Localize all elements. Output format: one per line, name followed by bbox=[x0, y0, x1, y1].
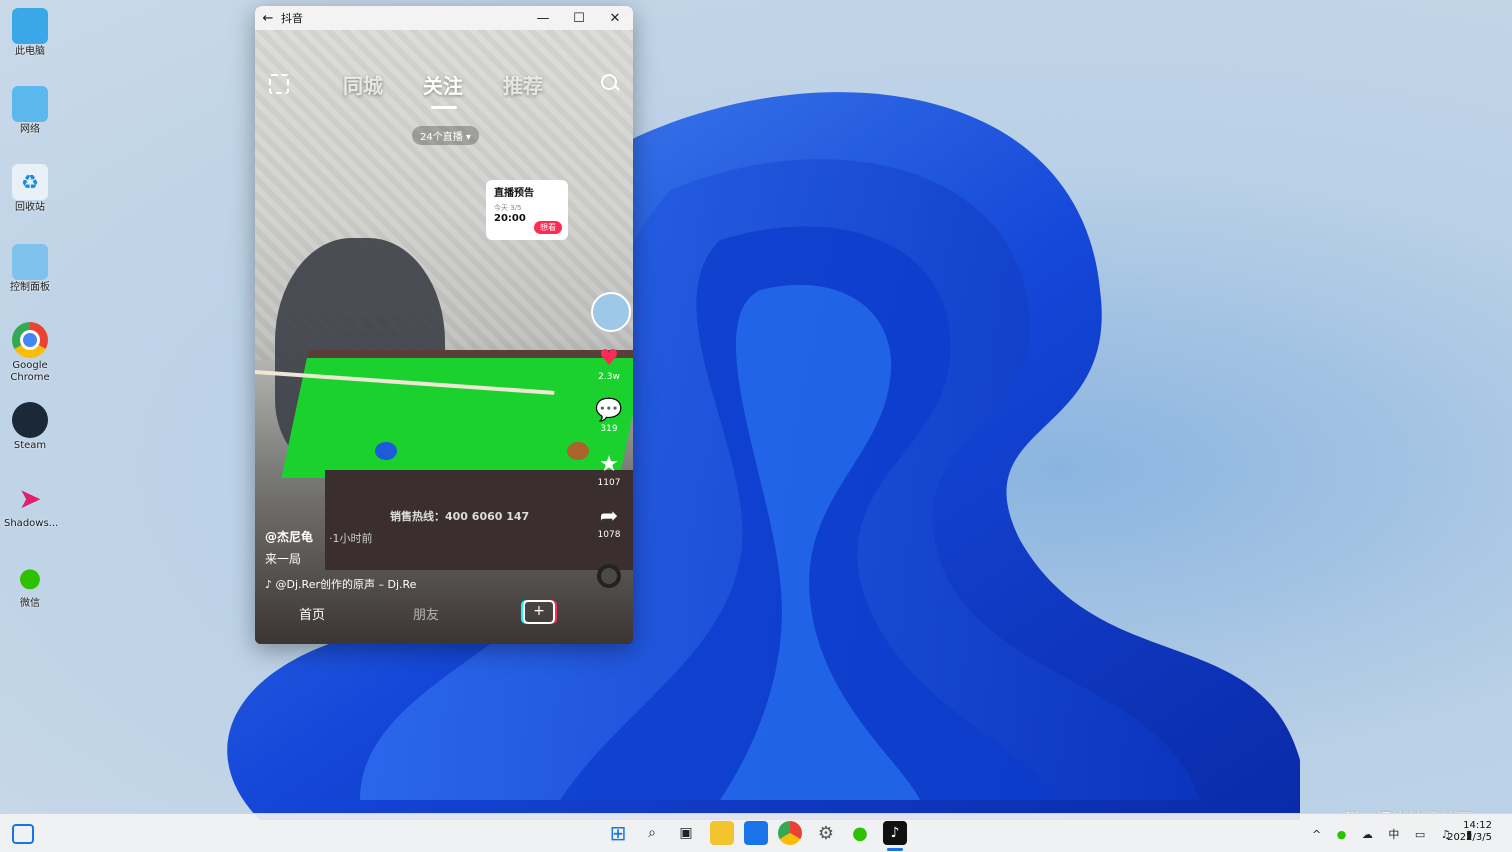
computer-icon bbox=[12, 8, 48, 44]
network-icon bbox=[12, 86, 48, 122]
favorite-button[interactable]: ★ 1107 bbox=[589, 452, 629, 488]
create-post-button[interactable]: + bbox=[523, 600, 555, 624]
title-bar: ← 抖音 — ☐ ✕ bbox=[255, 6, 633, 30]
desktop-icon-chrome[interactable]: Google Chrome bbox=[4, 322, 56, 384]
star-icon: ★ bbox=[599, 452, 619, 477]
heart-icon: ♥ bbox=[599, 346, 619, 371]
desktop-icon-shadowsocks[interactable]: ➤ Shadows... bbox=[4, 480, 58, 530]
steam-icon bbox=[12, 402, 48, 438]
recycle-bin-icon: ♻ bbox=[12, 164, 48, 200]
file-explorer-icon[interactable] bbox=[710, 821, 734, 845]
widgets-icon[interactable] bbox=[12, 824, 34, 844]
pool-ball bbox=[375, 442, 397, 460]
want-to-watch-button[interactable]: 想看 bbox=[534, 221, 562, 234]
video-caption: 来一局 bbox=[265, 552, 302, 566]
shadowsocks-icon: ➤ bbox=[18, 481, 42, 515]
music-disc-icon[interactable] bbox=[597, 564, 621, 588]
post-time: ·1小时前 bbox=[329, 532, 373, 545]
comment-button[interactable]: 💬 319 bbox=[589, 398, 629, 434]
network-icon[interactable]: ▭ bbox=[1415, 828, 1431, 841]
taskbar: ⊞ ⌕ ▣ ⚙ ● ♪ ^ ● ☁ 中 ▭ ♫ ▮ 14:12 2022/3/5 bbox=[0, 813, 1512, 852]
nav-home[interactable]: 首页 bbox=[299, 604, 325, 623]
share-button[interactable]: ➦ 1078 bbox=[589, 504, 629, 540]
preview-date: 今天 3/5 bbox=[494, 204, 522, 212]
search-icon[interactable] bbox=[601, 74, 617, 90]
tab-following[interactable]: 关注 bbox=[423, 70, 463, 99]
music-title: @Dj.Rer创作的原声 – Dj.Re bbox=[275, 578, 417, 591]
close-button[interactable]: ✕ bbox=[597, 11, 633, 26]
live-preview-card[interactable]: 直播预告 今天 3/5 20:00 想看 bbox=[486, 180, 568, 240]
table-hotline-text: 销售热线：400 6060 147 bbox=[390, 510, 530, 523]
favorite-count: 1107 bbox=[597, 478, 621, 488]
settings-icon[interactable]: ⚙ bbox=[814, 821, 838, 845]
window-title: 抖音 bbox=[281, 12, 303, 25]
desktop-icon-control-panel[interactable]: 控制面板 bbox=[4, 244, 56, 294]
maximize-button[interactable]: ☐ bbox=[561, 11, 597, 26]
clock[interactable]: 14:12 2022/3/5 bbox=[1447, 820, 1492, 844]
clock-date: 2022/3/5 bbox=[1447, 832, 1492, 843]
tab-nearby[interactable]: 同城 bbox=[343, 70, 383, 99]
top-nav: 同城 关注 推荐 bbox=[255, 70, 633, 110]
cloud-icon[interactable]: ☁ bbox=[1362, 828, 1379, 841]
desktop-icon-network[interactable]: 网络 bbox=[4, 86, 56, 136]
author-avatar[interactable] bbox=[591, 292, 631, 332]
desktop-icon-this-pc[interactable]: 此电脑 bbox=[4, 8, 56, 58]
start-icon[interactable]: ⊞ bbox=[606, 821, 630, 845]
desktop-icon-recycle-bin[interactable]: ♻ 回收站 bbox=[4, 164, 56, 214]
like-button[interactable]: ♥ 2.3w bbox=[589, 346, 629, 382]
bottom-nav: 首页 朋友 + bbox=[255, 596, 633, 644]
douyin-icon[interactable]: ♪ bbox=[883, 821, 907, 845]
chrome-icon bbox=[12, 322, 48, 358]
wechat-tray-icon[interactable]: ● bbox=[1337, 828, 1353, 841]
wechat-icon[interactable]: ● bbox=[848, 821, 872, 845]
chrome-icon[interactable] bbox=[778, 821, 802, 845]
video-player[interactable]: 销售热线：400 6060 147 同城 关注 推荐 24个直播 ▾ 直播预告 … bbox=[255, 30, 633, 644]
store-icon[interactable] bbox=[744, 821, 768, 845]
task-view-icon[interactable]: ▣ bbox=[674, 821, 698, 845]
preview-title: 直播预告 bbox=[494, 188, 534, 199]
desktop-icon-steam[interactable]: Steam bbox=[4, 402, 56, 452]
comment-count: 319 bbox=[600, 424, 618, 434]
like-count: 2.3w bbox=[598, 372, 620, 382]
music-info[interactable]: ♪ @Dj.Rer创作的原声 – Dj.Re bbox=[265, 576, 416, 592]
chevron-up-icon[interactable]: ^ bbox=[1312, 828, 1327, 841]
comment-icon: 💬 bbox=[595, 398, 623, 423]
scan-icon[interactable] bbox=[269, 74, 289, 94]
active-tab-indicator bbox=[431, 106, 457, 109]
desktop-icon-wechat[interactable]: ● 微信 bbox=[4, 560, 56, 610]
music-note-icon: ♪ bbox=[265, 578, 273, 591]
wechat-icon: ● bbox=[18, 563, 42, 593]
douyin-window: ← 抖音 — ☐ ✕ 销售热线：400 6060 147 同城 关注 推荐 24… bbox=[255, 6, 633, 644]
tab-recommended[interactable]: 推荐 bbox=[503, 70, 543, 99]
search-icon[interactable]: ⌕ bbox=[640, 821, 664, 845]
clock-time: 14:12 bbox=[1463, 820, 1492, 831]
live-count-pill[interactable]: 24个直播 ▾ bbox=[412, 126, 479, 145]
nav-friends[interactable]: 朋友 bbox=[413, 604, 439, 623]
share-count: 1078 bbox=[597, 530, 621, 540]
author-name[interactable]: @杰尼龟 bbox=[265, 528, 313, 545]
minimize-button[interactable]: — bbox=[525, 11, 561, 26]
control-panel-icon bbox=[12, 244, 48, 280]
pool-ball bbox=[567, 442, 589, 460]
share-icon: ➦ bbox=[599, 504, 619, 529]
back-arrow-icon[interactable]: ← bbox=[255, 11, 281, 26]
ime-indicator[interactable]: 中 bbox=[1388, 828, 1405, 841]
